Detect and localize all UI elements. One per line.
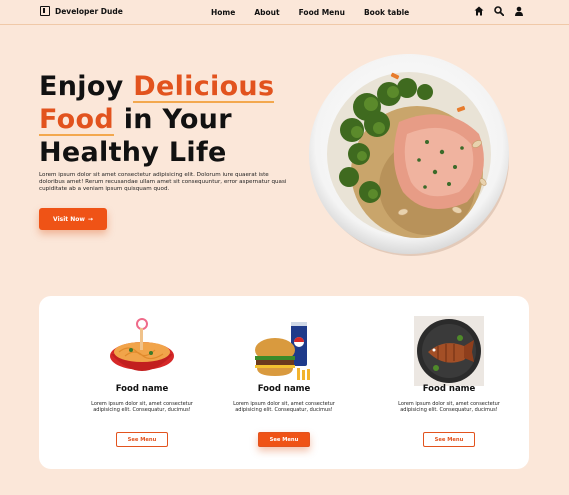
food-name: Food name: [257, 384, 311, 394]
food-name: Food name: [422, 384, 476, 394]
hero-title: Enjoy Delicious Food in Your Healthy Lif…: [39, 70, 274, 169]
brand[interactable]: Developer Dude: [40, 6, 123, 16]
title-highlight-delicious: Delicious: [133, 71, 275, 102]
title-word-healthy-life: Healthy Life: [39, 137, 227, 168]
hero-description: Lorem ipsum dolor sit amet consectetur a…: [39, 172, 287, 192]
food-description: Lorem ipsum dolor sit, amet consectetur …: [398, 401, 500, 414]
food-description: Lorem ipsum dolor sit, amet consectetur …: [91, 401, 193, 414]
visit-now-button[interactable]: Visit Now →: [39, 208, 107, 230]
home-icon[interactable]: [474, 6, 484, 16]
nav-item-food-menu[interactable]: Food Menu: [299, 8, 345, 17]
title-highlight-food: Food: [39, 104, 114, 135]
fish-plate-image: [414, 316, 484, 386]
noodle-bowl-image: [110, 318, 174, 371]
nav-item-home[interactable]: Home: [211, 8, 235, 17]
food-description: Lorem ipsum dolor sit, amet consectetur …: [233, 401, 335, 414]
see-menu-button[interactable]: See Menu: [258, 432, 310, 447]
search-icon[interactable]: [494, 6, 504, 16]
nav-icons: [474, 6, 524, 16]
food-cards-panel: Food name Lorem ipsum dolor sit, amet co…: [39, 296, 529, 469]
hero-food-plate-image: [309, 54, 509, 256]
title-word-enjoy: Enjoy: [39, 71, 124, 102]
brand-name: Developer Dude: [55, 6, 123, 16]
see-menu-button[interactable]: See Menu: [116, 432, 168, 447]
arrow-right-icon: →: [87, 215, 93, 223]
nav-item-about[interactable]: About: [254, 8, 279, 17]
burger-soda-image: [255, 322, 310, 380]
top-nav: Developer Dude Home About Food Menu Book…: [0, 0, 569, 25]
logo-icon: [40, 6, 50, 16]
visit-now-label: Visit Now: [53, 215, 85, 223]
food-name: Food name: [115, 384, 169, 394]
see-menu-button[interactable]: See Menu: [423, 432, 475, 447]
main-menu: Home About Food Menu Book table: [211, 8, 428, 17]
user-icon[interactable]: [514, 6, 524, 16]
nav-item-book-table[interactable]: Book table: [364, 8, 409, 17]
title-word-in-your: in Your: [123, 104, 232, 135]
